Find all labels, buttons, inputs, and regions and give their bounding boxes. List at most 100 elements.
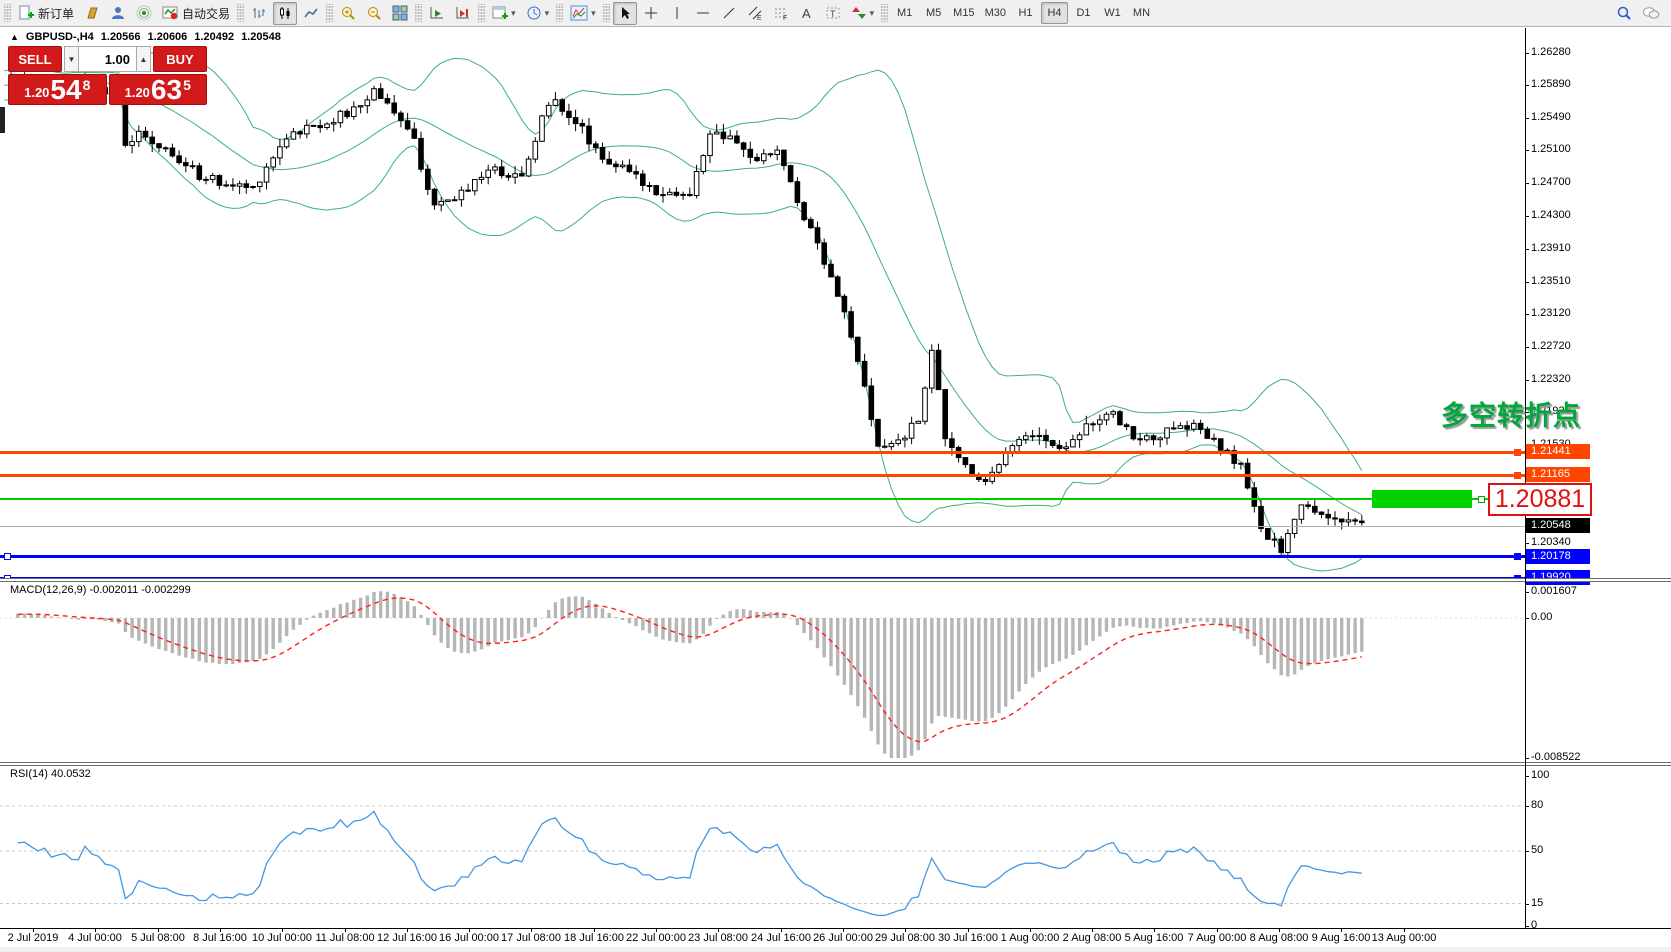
sell-price-prefix: 1.20 [24, 85, 49, 100]
text-label-button[interactable]: T [821, 2, 845, 25]
candlestick-button[interactable] [273, 2, 297, 25]
fibonacci-button[interactable]: F [769, 2, 793, 25]
line-handle[interactable] [4, 553, 11, 560]
toolbar-grip [415, 4, 422, 22]
price-axis-tick: 1.20340 [1531, 536, 1571, 548]
new-chart-button[interactable]: ▾ [488, 2, 520, 25]
horizontal-line-1.20178[interactable] [0, 555, 1525, 558]
tile-windows-icon [392, 5, 408, 21]
autotrading-icon [162, 5, 178, 21]
timeframe-button-W1[interactable]: W1 [1099, 2, 1126, 24]
search-button[interactable] [1612, 1, 1636, 24]
timeframe-button-D1[interactable]: D1 [1070, 2, 1097, 24]
price-badge: 1.20548 [1526, 518, 1590, 533]
timeframe-button-M5[interactable]: M5 [920, 2, 947, 24]
new-order-button[interactable]: 新订单 [14, 2, 78, 25]
text-button[interactable]: A [795, 2, 819, 25]
toolbar-grip [237, 4, 244, 22]
tile-windows-button[interactable] [388, 2, 412, 25]
price-chart-canvas[interactable] [0, 28, 1525, 579]
timeframe-button-M1[interactable]: M1 [891, 2, 918, 24]
horizontal-line-1.20881[interactable] [0, 498, 1525, 500]
auto-scroll-button[interactable] [425, 2, 449, 25]
timeframe-button-MN[interactable]: MN [1128, 2, 1155, 24]
timeframe-button-M30[interactable]: M30 [981, 2, 1010, 24]
panel-edge-tab[interactable] [0, 107, 5, 133]
signals-button[interactable] [132, 2, 156, 25]
trendline-button[interactable] [717, 2, 741, 25]
zoom-in-icon [340, 5, 356, 21]
chat-icon [1642, 5, 1660, 21]
rectangle-handle[interactable] [1478, 496, 1485, 503]
buy-price-button[interactable]: 1.20 63 5 [109, 74, 208, 105]
zoom-out-button[interactable] [362, 2, 386, 25]
macd-canvas[interactable] [0, 582, 1525, 762]
toolbar-grip [881, 4, 888, 22]
buy-button[interactable]: BUY [153, 46, 207, 72]
zoom-in-button[interactable] [336, 2, 360, 25]
line-handle[interactable] [1514, 472, 1521, 479]
volume-input[interactable] [79, 46, 136, 72]
sell-button[interactable]: SELL [8, 46, 62, 72]
close-value: 1.20548 [241, 31, 281, 43]
chart-shift-button[interactable] [451, 2, 475, 25]
timeframe-button-H4[interactable]: H4 [1041, 2, 1068, 24]
cursor-button[interactable] [613, 2, 637, 25]
indicators-button[interactable]: ▾ [566, 2, 600, 25]
low-value: 1.20492 [194, 31, 234, 43]
line-chart-icon [303, 5, 319, 21]
metaeditor-button[interactable] [80, 2, 104, 25]
rsi-canvas[interactable] [0, 766, 1525, 928]
price-badge: 1.20178 [1526, 549, 1590, 564]
pane-separator[interactable] [0, 762, 1671, 766]
annotation-text[interactable]: 多空转折点 [1441, 394, 1581, 433]
price-label-box[interactable]: 1.20881 [1488, 483, 1592, 516]
trade-panel-price-row: 1.20 54 8 1.20 63 5 [8, 74, 207, 105]
time-axis-label: 29 Jul 08:00 [875, 932, 935, 944]
person-icon [110, 5, 126, 21]
volume-increase-button[interactable]: ▲ [136, 46, 151, 72]
profiles-button[interactable]: ▾ [522, 2, 554, 25]
horizontal-line-1.21441[interactable] [0, 451, 1525, 454]
channel-button[interactable]: E [743, 2, 767, 25]
cursor-icon [617, 5, 633, 21]
high-value: 1.20606 [148, 31, 188, 43]
chat-button[interactable] [1638, 1, 1664, 24]
volume-decrease-button[interactable]: ▼ [64, 46, 79, 72]
crosshair-button[interactable] [639, 2, 663, 25]
time-axis-label: 8 Aug 08:00 [1250, 932, 1309, 944]
time-axis-label: 10 Jul 00:00 [252, 932, 312, 944]
line-handle[interactable] [1514, 449, 1521, 456]
pane-separator[interactable] [0, 578, 1671, 582]
autotrading-button[interactable]: 自动交易 [158, 2, 234, 25]
market-button[interactable] [106, 2, 130, 25]
arrows-button[interactable]: ▾ [847, 2, 879, 25]
window-bottom-strip [0, 947, 1671, 952]
buy-price-prefix: 1.20 [125, 85, 150, 100]
chart-shift-icon [455, 5, 471, 21]
horizontal-line-button[interactable] [691, 2, 715, 25]
price-axis-tick: 1.22320 [1531, 373, 1571, 385]
indicator-axis-tick: 50 [1531, 844, 1543, 856]
timeframe-button-H1[interactable]: H1 [1012, 2, 1039, 24]
vertical-line-button[interactable] [665, 2, 689, 25]
highlight-rectangle[interactable] [1372, 490, 1472, 508]
trendline-icon [721, 5, 737, 21]
line-handle[interactable] [1514, 553, 1521, 560]
current-price-line [0, 526, 1525, 527]
bar-chart-button[interactable] [247, 2, 271, 25]
timeframe-button-M15[interactable]: M15 [949, 2, 978, 24]
timeframe-bar: M1M5M15M30H1H4D1W1MN [890, 2, 1156, 24]
svg-text:T: T [830, 9, 836, 19]
sell-price-button[interactable]: 1.20 54 8 [8, 74, 107, 105]
time-axis-label: 16 Jul 00:00 [439, 932, 499, 944]
horizontal-line-1.21165[interactable] [0, 474, 1525, 477]
price-badge: 1.21165 [1526, 467, 1590, 482]
line-chart-button[interactable] [299, 2, 323, 25]
price-axis-tick: 1.23510 [1531, 275, 1571, 287]
time-axis-label: 24 Jul 16:00 [751, 932, 811, 944]
time-axis-label: 9 Aug 16:00 [1312, 932, 1371, 944]
collapse-trade-panel-button[interactable]: ▲ [10, 32, 19, 42]
toolbar: 新订单 自动交易 ▾ ▾ [0, 0, 1671, 27]
auto-scroll-icon [429, 5, 445, 21]
